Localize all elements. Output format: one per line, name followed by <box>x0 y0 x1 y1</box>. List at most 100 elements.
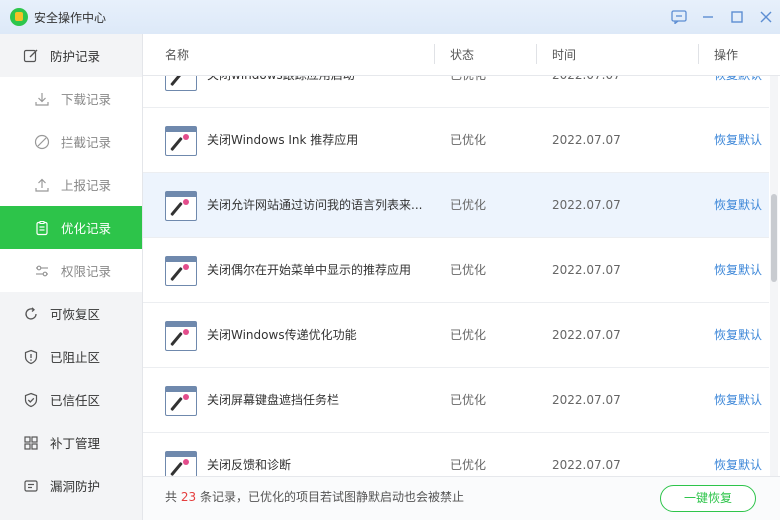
block-icon <box>33 133 51 151</box>
sidebar-item-block-records[interactable]: 拦截记录 <box>0 120 142 163</box>
restore-default-link[interactable]: 恢复默认 <box>714 368 762 433</box>
sliders-icon <box>33 262 51 280</box>
sidebar-item-label: 优化记录 <box>61 221 112 236</box>
record-name: 关闭允许网站通过访问我的语言列表来... <box>207 198 423 212</box>
sidebar-item-label: 可恢复区 <box>50 307 101 322</box>
record-name: 关闭Windows Ink 推荐应用 <box>207 133 359 147</box>
feedback-icon[interactable] <box>664 0 693 34</box>
shield-check-icon <box>22 391 40 409</box>
sidebar-item-label: 防护记录 <box>50 49 101 64</box>
refresh-icon <box>22 305 40 323</box>
sidebar-item-protection-records[interactable]: 防护记录 <box>0 34 142 77</box>
optimize-wand-icon <box>165 126 197 156</box>
sidebar-item-blocked-zone[interactable]: 已阻止区 <box>0 335 142 378</box>
patch-icon <box>22 477 40 495</box>
sidebar-item-upload-records[interactable]: 上报记录 <box>0 163 142 206</box>
record-time: 2022.07.07 <box>552 198 621 212</box>
optimize-wand-icon <box>165 76 197 91</box>
restore-default-link[interactable]: 恢复默认 <box>714 76 762 108</box>
footer-bar: 共 23 条记录，已优化的项目若试图静默启动也会被禁止 一键恢复 <box>143 476 780 520</box>
record-time: 2022.07.07 <box>552 263 621 277</box>
table-row[interactable]: 关闭Windows Ink 推荐应用 已优化 2022.07.07 恢复默认 <box>143 108 769 173</box>
records-count: 23 <box>180 490 197 504</box>
record-name: 关闭Windows传递优化功能 <box>207 328 357 342</box>
sidebar-item-label: 拦截记录 <box>61 135 112 150</box>
records-summary: 共 23 条记录，已优化的项目若试图静默启动也会被禁止 <box>165 477 464 520</box>
record-time: 2022.07.07 <box>552 76 621 108</box>
sidebar-item-download-records[interactable]: 下载记录 <box>0 77 142 120</box>
column-header-action: 操作 <box>714 48 739 62</box>
sidebar-item-label: 补丁管理 <box>50 436 101 451</box>
optimize-wand-icon <box>165 451 197 476</box>
grid-icon <box>22 434 40 452</box>
optimize-wand-icon <box>165 386 197 416</box>
app-title: 安全操作中心 <box>34 10 107 25</box>
record-time: 2022.07.07 <box>552 458 621 472</box>
restore-default-link[interactable]: 恢复默认 <box>714 433 762 476</box>
record-status: 已优化 <box>450 328 487 342</box>
table-row[interactable]: 关闭允许网站通过访问我的语言列表来... 已优化 2022.07.07 恢复默认 <box>143 173 769 238</box>
summary-prefix: 共 <box>165 490 178 504</box>
sidebar-item-label: 已阻止区 <box>50 350 101 365</box>
record-time: 2022.07.07 <box>552 133 621 147</box>
upload-icon <box>33 176 51 194</box>
column-divider <box>698 44 699 64</box>
title-bar: 安全操作中心 <box>0 0 780 34</box>
sidebar-item-optimize-records[interactable]: 优化记录 <box>0 206 142 249</box>
sidebar-item-vulnerability-protection[interactable]: 漏洞防护 <box>0 464 142 507</box>
record-status: 已优化 <box>450 393 487 407</box>
restore-default-link[interactable]: 恢复默认 <box>714 108 762 173</box>
record-name: 关闭windows跟踪应用启动 <box>207 76 355 108</box>
clipboard-icon <box>33 219 51 237</box>
sidebar-item-patch-management[interactable]: 补丁管理 <box>0 421 142 464</box>
records-panel: 名称 状态 时间 操作 关闭windows跟踪应用启动 已优化 2022.07.… <box>143 34 780 520</box>
sidebar-item-permission-records[interactable]: 权限记录 <box>0 249 142 292</box>
column-header-status[interactable]: 状态 <box>450 34 474 76</box>
edit-icon <box>22 47 40 65</box>
table-row[interactable]: 关闭Windows传递优化功能 已优化 2022.07.07 恢复默认 <box>143 303 769 368</box>
vertical-scrollbar[interactable] <box>770 76 778 476</box>
column-divider <box>536 44 537 64</box>
records-list[interactable]: 关闭windows跟踪应用启动 已优化 2022.07.07 恢复默认 关闭Wi… <box>143 76 769 476</box>
column-header-time[interactable]: 时间 <box>552 34 576 76</box>
optimize-wand-icon <box>165 321 197 351</box>
table-header: 名称 状态 时间 操作 <box>143 34 780 76</box>
sidebar-item-recoverable-zone[interactable]: 可恢复区 <box>0 292 142 335</box>
close-icon[interactable] <box>751 0 780 34</box>
download-icon <box>33 90 51 108</box>
record-name: 关闭屏幕键盘遮挡任务栏 <box>207 393 340 407</box>
restore-default-link[interactable]: 恢复默认 <box>714 303 762 368</box>
column-header-name[interactable]: 名称 <box>165 34 189 76</box>
record-status: 已优化 <box>450 133 487 147</box>
sidebar-item-label: 下载记录 <box>61 92 112 107</box>
optimize-wand-icon <box>165 191 197 221</box>
restore-default-link[interactable]: 恢复默认 <box>714 238 762 303</box>
record-time: 2022.07.07 <box>552 328 621 342</box>
window-controls <box>664 0 780 34</box>
minimize-icon[interactable] <box>693 0 722 34</box>
app-logo-icon <box>10 8 28 26</box>
record-status: 已优化 <box>450 458 487 472</box>
table-row[interactable]: 关闭windows跟踪应用启动 已优化 2022.07.07 恢复默认 <box>143 76 769 108</box>
restore-default-link[interactable]: 恢复默认 <box>714 173 762 238</box>
record-status: 已优化 <box>450 263 487 277</box>
optimize-wand-icon <box>165 256 197 286</box>
sidebar-item-trusted-zone[interactable]: 已信任区 <box>0 378 142 421</box>
maximize-icon[interactable] <box>722 0 751 34</box>
sidebar-item-label: 上报记录 <box>61 178 112 193</box>
shield-alert-icon <box>22 348 40 366</box>
scrollbar-thumb[interactable] <box>771 194 777 282</box>
record-name: 关闭反馈和诊断 <box>207 458 292 472</box>
sidebar-item-label: 漏洞防护 <box>50 479 101 494</box>
record-name: 关闭偶尔在开始菜单中显示的推荐应用 <box>207 263 412 277</box>
table-row[interactable]: 关闭屏幕键盘遮挡任务栏 已优化 2022.07.07 恢复默认 <box>143 368 769 433</box>
record-time: 2022.07.07 <box>552 393 621 407</box>
record-status: 已优化 <box>450 76 486 108</box>
sidebar-item-label: 权限记录 <box>61 264 112 279</box>
sidebar-item-label: 已信任区 <box>50 393 101 408</box>
table-row[interactable]: 关闭反馈和诊断 已优化 2022.07.07 恢复默认 <box>143 433 769 476</box>
summary-suffix: 条记录，已优化的项目若试图静默启动也会被禁止 <box>199 490 464 504</box>
restore-all-button[interactable]: 一键恢复 <box>660 485 756 512</box>
record-status: 已优化 <box>450 198 487 212</box>
table-row[interactable]: 关闭偶尔在开始菜单中显示的推荐应用 已优化 2022.07.07 恢复默认 <box>143 238 769 303</box>
